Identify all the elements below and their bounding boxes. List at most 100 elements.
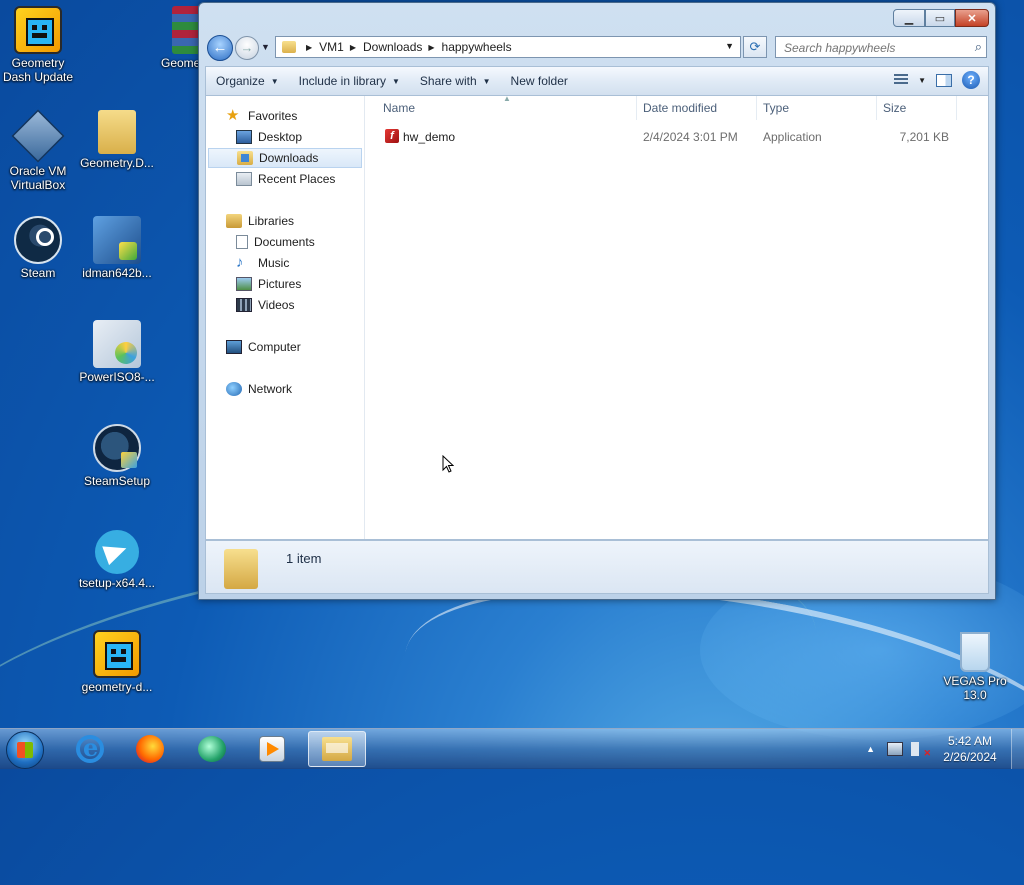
close-button[interactable]: ✕ — [955, 9, 989, 27]
breadcrumb-happywheels[interactable]: happywheels — [442, 40, 512, 54]
star-icon: ★ — [226, 107, 240, 124]
desktop-icon — [236, 130, 252, 144]
taskbar: ▲ 5:42 AM 2/26/2024 — [0, 728, 1024, 769]
address-history-dropdown[interactable]: ▼ — [725, 41, 734, 51]
downloads-folder-icon — [237, 151, 253, 165]
desktop-icon-geometry-dash-update[interactable]: Geometry Dash Update — [0, 6, 78, 84]
refresh-button[interactable]: ⟳ — [743, 36, 767, 58]
start-button[interactable] — [6, 731, 44, 769]
volume-muted-icon[interactable] — [911, 742, 931, 759]
minimize-button[interactable]: ▁ — [893, 9, 925, 27]
item-count: 1 item — [286, 551, 322, 566]
desktop-icon-geometry-partial[interactable]: Geome — [140, 6, 202, 70]
media-player-icon — [259, 736, 285, 762]
nav-favorites[interactable]: ★ Favorites — [226, 106, 297, 126]
nav-recent-places[interactable]: Recent Places — [236, 169, 335, 189]
organize-button[interactable]: Organize ▼ — [206, 67, 289, 95]
column-header-date-modified[interactable]: Date modified — [637, 96, 757, 120]
search-box[interactable]: ⌕ — [775, 36, 987, 58]
search-icon[interactable]: ⌕ — [975, 39, 982, 55]
recent-pages-dropdown[interactable]: ▼ — [261, 42, 270, 52]
details-pane: 1 item — [205, 540, 989, 594]
address-bar[interactable]: ▶ VM1 ▶ Downloads ▶ happywheels ▼ — [275, 36, 741, 58]
videos-film-icon — [236, 298, 252, 312]
new-folder-button[interactable]: New folder — [501, 67, 578, 95]
file-type: Application — [763, 130, 822, 144]
desktop-icon-steamsetup[interactable]: SteamSetup — [77, 424, 157, 488]
share-with-button[interactable]: Share with ▼ — [410, 67, 501, 95]
sort-ascending-icon: ▲ — [503, 94, 511, 103]
firefox-icon — [136, 735, 164, 763]
breadcrumb: ▶ VM1 ▶ Downloads ▶ happywheels — [300, 40, 512, 54]
file-list-pane: Name ▲ Date modified Type Size f hw_demo… — [365, 94, 988, 539]
close-icon: ✕ — [967, 12, 977, 25]
breadcrumb-separator-icon[interactable]: ▶ — [350, 43, 356, 52]
forward-arrow-icon: → — [240, 40, 254, 55]
taskbar-internet-explorer[interactable] — [64, 731, 116, 767]
network-status-icon[interactable] — [887, 742, 903, 756]
desktop-icon-geometry-folder[interactable]: Geometry.D... — [77, 110, 157, 170]
back-arrow-icon: ← — [212, 39, 228, 56]
music-note-icon: ♪ — [236, 254, 244, 271]
nav-videos[interactable]: Videos — [236, 295, 294, 315]
nav-downloads[interactable]: Downloads — [208, 148, 362, 168]
breadcrumb-downloads[interactable]: Downloads — [363, 40, 422, 54]
desktop-icon-geometry-d[interactable]: geometry-d... — [77, 630, 157, 694]
geometry-dash-icon — [93, 630, 141, 678]
taskbar-firefox[interactable] — [124, 731, 176, 767]
breadcrumb-vm1[interactable]: VM1 — [319, 40, 344, 54]
clock[interactable]: 5:42 AM 2/26/2024 — [935, 733, 1005, 765]
folder-icon — [224, 549, 258, 589]
breadcrumb-separator-icon[interactable]: ▶ — [306, 43, 312, 52]
desktop-icon-telegram-setup[interactable]: tsetup-x64.4... — [77, 530, 157, 590]
taskbar-media-player[interactable] — [246, 731, 298, 767]
change-view-icon[interactable] — [894, 74, 909, 86]
nav-computer[interactable]: Computer — [226, 337, 301, 357]
file-size: 7,201 KB — [899, 130, 949, 144]
documents-icon — [236, 235, 248, 249]
taskbar-app-green[interactable] — [186, 731, 238, 767]
chevron-down-icon: ▼ — [392, 76, 400, 86]
back-button[interactable]: ← — [207, 35, 233, 61]
idm-installer-icon — [93, 216, 141, 264]
poweriso-installer-icon — [93, 320, 141, 368]
chevron-down-icon[interactable]: ▼ — [918, 76, 926, 85]
nav-desktop[interactable]: Desktop — [236, 127, 302, 147]
nav-music[interactable]: ♪ Music — [236, 253, 289, 273]
file-name: hw_demo — [403, 130, 456, 144]
taskbar-windows-explorer[interactable] — [308, 731, 366, 767]
file-row[interactable]: f hw_demo 2/4/2024 3:01 PM Application 7… — [365, 126, 988, 148]
organize-label: Organize — [216, 74, 265, 88]
new-folder-label: New folder — [510, 74, 568, 88]
nav-libraries[interactable]: Libraries — [226, 211, 294, 231]
desktop-icon-idman[interactable]: idman642b... — [77, 216, 157, 280]
minimize-icon: ▁ — [904, 12, 914, 25]
desktop-icon-virtualbox[interactable]: Oracle VM VirtualBox — [0, 109, 78, 192]
libraries-icon — [226, 214, 242, 228]
explorer-folder-icon — [322, 737, 352, 761]
view-controls: ▼ ? — [894, 71, 980, 89]
show-desktop-button[interactable] — [1011, 729, 1024, 769]
desktop-icon-steam[interactable]: Steam — [0, 216, 78, 280]
desktop-icon-poweriso[interactable]: PowerISO8-... — [77, 320, 157, 384]
breadcrumb-separator-icon[interactable]: ▶ — [428, 43, 434, 52]
app-icon — [198, 736, 226, 762]
help-icon[interactable]: ? — [962, 71, 980, 89]
explorer-body: ★ Favorites Desktop Downloads Recent Plac… — [205, 94, 989, 540]
maximize-button[interactable]: ▭ — [925, 9, 955, 27]
nav-documents[interactable]: Documents — [236, 232, 315, 252]
chevron-down-icon: ▼ — [270, 76, 279, 86]
preview-pane-icon[interactable] — [936, 73, 952, 87]
column-header-size[interactable]: Size — [877, 96, 957, 120]
include-in-library-button[interactable]: Include in library ▼ — [289, 67, 410, 95]
desktop-icon-recycle-bin[interactable]: VEGAS Pro 13.0 — [935, 632, 1015, 702]
nav-network[interactable]: Network — [226, 379, 292, 399]
nav-pictures[interactable]: Pictures — [236, 274, 301, 294]
show-hidden-icons-icon[interactable]: ▲ — [866, 744, 875, 754]
column-header-type[interactable]: Type — [757, 96, 877, 120]
steam-setup-icon — [93, 424, 141, 472]
forward-button[interactable]: → — [235, 36, 259, 60]
navigation-pane: ★ Favorites Desktop Downloads Recent Plac… — [206, 96, 365, 539]
column-header-name[interactable]: Name ▲ — [365, 94, 637, 120]
search-input[interactable] — [782, 38, 966, 58]
